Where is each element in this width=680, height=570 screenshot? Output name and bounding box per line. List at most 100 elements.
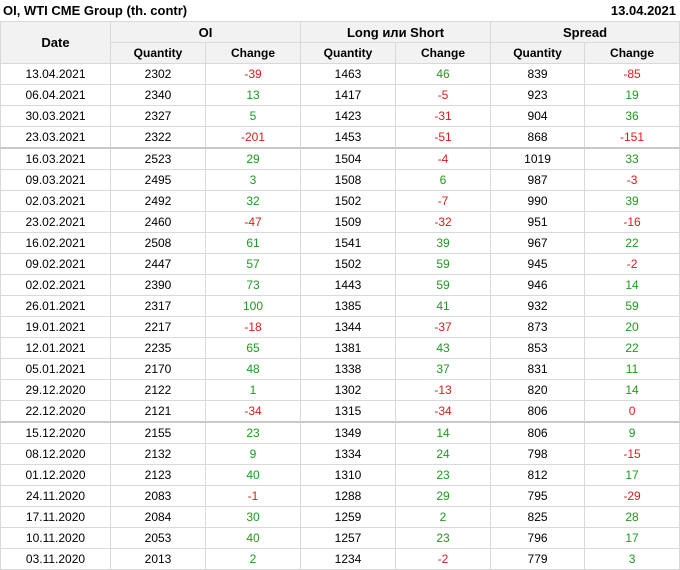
cell-ls-change: 37 [395,358,492,380]
cell-ls-quantity: 1338 [300,358,397,380]
table-row: 29.12.2020 2122 1 1302 -13 820 14 [0,379,680,401]
cell-spread-quantity: 820 [490,379,586,401]
cell-spread-change: 36 [584,105,680,127]
cell-date: 24.11.2020 [0,485,111,507]
cell-oi-change: 30 [204,506,302,528]
table-row: 30.03.2021 2327 5 1423 -31 904 36 [0,105,680,127]
cell-date: 15.12.2020 [0,421,111,444]
cell-oi-change: -1 [204,485,302,507]
cell-oi-change: 73 [204,274,302,296]
cell-oi-quantity: 2083 [110,485,206,507]
table-row: 23.03.2021 2322 -201 1453 -51 868 -151 [0,126,680,149]
cell-spread-quantity: 806 [490,421,586,444]
cell-spread-change: 33 [584,147,680,170]
cell-oi-change: -47 [204,211,302,233]
cell-oi-quantity: 2492 [110,190,206,212]
cell-date: 16.02.2021 [0,232,111,254]
cell-spread-quantity: 967 [490,232,586,254]
cell-oi-quantity: 2447 [110,253,206,275]
cell-spread-change: 11 [584,358,680,380]
cell-oi-change: 48 [204,358,302,380]
cell-ls-change: 23 [395,527,492,549]
cell-date: 03.11.2020 [0,548,111,570]
cell-date: 08.12.2020 [0,443,111,465]
cell-ls-quantity: 1344 [300,316,397,338]
cell-spread-quantity: 945 [490,253,586,275]
cell-ls-quantity: 1334 [300,443,397,465]
cell-oi-change: 13 [204,84,302,106]
cell-oi-change: 9 [204,443,302,465]
table-row: 13.04.2021 2302 -39 1463 46 839 -85 [0,63,680,85]
cell-spread-quantity: 987 [490,169,586,191]
cell-spread-quantity: 868 [490,126,586,149]
group-header-spread: Spread [490,21,680,43]
cell-oi-change: 1 [204,379,302,401]
table-row: 02.03.2021 2492 32 1502 -7 990 39 [0,190,680,212]
cell-ls-quantity: 1381 [300,337,397,359]
table-row: 16.02.2021 2508 61 1541 39 967 22 [0,232,680,254]
cell-oi-quantity: 2013 [110,548,206,570]
table-row: 26.01.2021 2317 100 1385 41 932 59 [0,295,680,317]
cell-ls-change: 29 [395,485,492,507]
table-row: 06.04.2021 2340 13 1417 -5 923 19 [0,84,680,106]
cell-date: 12.01.2021 [0,337,111,359]
column-header-oi-quantity: Quantity [110,42,206,64]
cell-spread-quantity: 951 [490,211,586,233]
cell-spread-quantity: 990 [490,190,586,212]
cell-spread-change: 59 [584,295,680,317]
table-row: 08.12.2020 2132 9 1334 24 798 -15 [0,443,680,465]
cell-oi-change: 40 [204,527,302,549]
cell-spread-change: 22 [584,232,680,254]
cell-ls-quantity: 1463 [300,63,397,85]
cell-ls-quantity: 1541 [300,232,397,254]
cell-spread-quantity: 812 [490,464,586,486]
table-row: 17.11.2020 2084 30 1259 2 825 28 [0,506,680,528]
cell-ls-change: 43 [395,337,492,359]
table-row: 22.12.2020 2121 -34 1315 -34 806 0 [0,400,680,423]
cell-ls-quantity: 1288 [300,485,397,507]
cell-oi-change: 40 [204,464,302,486]
cell-oi-change: 3 [204,169,302,191]
cell-date: 06.04.2021 [0,84,111,106]
cell-spread-change: -151 [584,126,680,149]
cell-spread-change: 28 [584,506,680,528]
cell-ls-quantity: 1257 [300,527,397,549]
table-row: 23.02.2021 2460 -47 1509 -32 951 -16 [0,211,680,233]
cell-spread-quantity: 806 [490,400,586,423]
cell-date: 05.01.2021 [0,358,111,380]
cell-ls-quantity: 1423 [300,105,397,127]
cell-ls-change: -37 [395,316,492,338]
column-header-oi-change: Change [204,42,302,64]
cell-ls-change: -51 [395,126,492,149]
cell-date: 10.11.2020 [0,527,111,549]
cell-spread-quantity: 923 [490,84,586,106]
cell-spread-quantity: 873 [490,316,586,338]
cell-spread-change: -2 [584,253,680,275]
cell-ls-change: -2 [395,548,492,570]
cell-ls-quantity: 1453 [300,126,397,149]
cell-spread-quantity: 831 [490,358,586,380]
cell-oi-change: 100 [204,295,302,317]
column-header-ls-change: Change [395,42,492,64]
table-row: 19.01.2021 2217 -18 1344 -37 873 20 [0,316,680,338]
cell-ls-quantity: 1349 [300,421,397,444]
cell-oi-quantity: 2460 [110,211,206,233]
column-header-ls-quantity: Quantity [300,42,397,64]
cell-ls-quantity: 1443 [300,274,397,296]
cell-spread-quantity: 779 [490,548,586,570]
cell-date: 13.04.2021 [0,63,111,85]
cell-oi-change: 57 [204,253,302,275]
cell-oi-change: 29 [204,147,302,170]
group-header-long-short: Long или Short [300,21,492,43]
cell-ls-change: 14 [395,421,492,444]
cell-spread-quantity: 796 [490,527,586,549]
cell-ls-quantity: 1502 [300,253,397,275]
cell-spread-change: 17 [584,527,680,549]
report-date: 13.04.2021 [610,3,676,18]
cell-ls-quantity: 1385 [300,295,397,317]
cell-spread-change: -15 [584,443,680,465]
table-row: 16.03.2021 2523 29 1504 -4 1019 33 [0,147,680,170]
cell-oi-quantity: 2523 [110,147,206,170]
table-row: 03.11.2020 2013 2 1234 -2 779 3 [0,548,680,570]
cell-ls-change: -31 [395,105,492,127]
